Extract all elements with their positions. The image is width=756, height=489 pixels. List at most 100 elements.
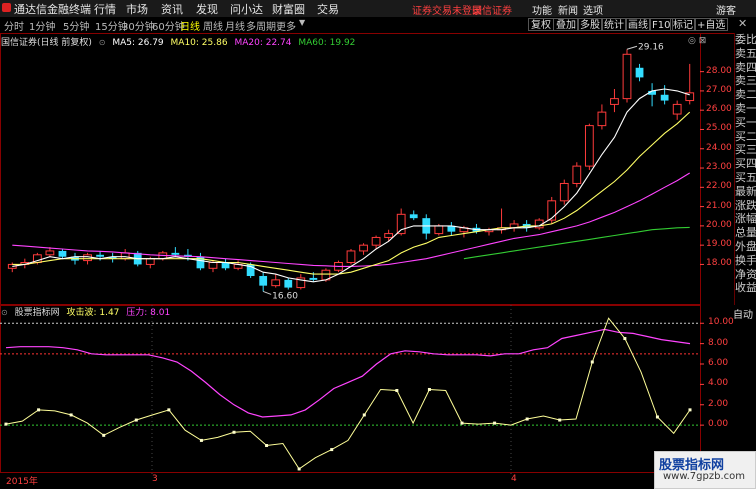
menu-zixun[interactable]: 资讯 [161,1,183,17]
menu-hangqing[interactable]: 行情 [94,1,116,17]
candle [610,88,619,113]
candle-body [559,182,569,202]
side-tab-5[interactable]: 卖一 [735,102,756,116]
side-tab-12[interactable]: 涨跌 [735,199,756,213]
side-tab-0[interactable]: 委比 [735,33,756,47]
indicator-pane-frame [0,305,701,473]
period-weekly[interactable]: 周线 [203,18,223,33]
side-tab-14[interactable]: 总量 [735,226,756,240]
attack-wave-point [232,430,236,434]
side-tab-1[interactable]: 卖五 [735,47,756,61]
period-daily[interactable]: 日线 [180,18,200,33]
fuquan-button[interactable]: 复权 [528,18,554,31]
add-watchlist-button[interactable]: +自选 [694,18,729,31]
side-tab-2[interactable]: 卖四 [735,61,756,75]
stats-button[interactable]: 统计 [601,18,627,31]
auto-scale-button[interactable]: 自动 [733,306,753,321]
menu-wenxiaoda[interactable]: 问小达 [230,1,263,17]
menu-xinwen[interactable]: 新闻 [558,2,578,17]
chart-settings-icon[interactable]: ⊙ [99,38,106,47]
attack-wave-point [558,418,562,422]
side-tab-13[interactable]: 涨幅 [735,212,756,226]
menu-caifuquan[interactable]: 财富圈 [272,1,305,17]
candle [296,274,306,290]
attack-wave-point [525,417,529,421]
side-tab-17[interactable]: 净资 [735,268,756,282]
ma60-label: MA60: 19.92 [298,38,356,48]
menu-jiaoyi[interactable]: 交易 [317,1,339,17]
candle-body [635,67,644,78]
candle [672,100,682,120]
indicator-tick-label: 8.00 [708,337,729,348]
candle [221,258,230,271]
site-watermark: 股票指标网 www.7gpzb.com [654,451,756,489]
candle [660,85,669,105]
side-tab-18[interactable]: 收益 [735,281,756,295]
attack-wave-point [69,413,73,417]
side-tab-6[interactable]: 买一 [735,116,756,130]
multi-stock-button[interactable]: 多股 [577,18,603,31]
indicator-lines [4,317,692,471]
candle [359,243,368,255]
side-tab-8[interactable]: 买三 [735,143,756,157]
candle [384,229,394,242]
side-tab-16[interactable]: 换手 [735,254,756,268]
indicator-tick-label: 2.00 [708,398,729,409]
period-5min[interactable]: 5分钟 [63,18,89,33]
candle-body [45,250,55,256]
candle [447,222,456,236]
user-guest[interactable]: 游客 [716,2,736,17]
period-toolbar: 分时 1分钟 5分钟 15分钟 30分钟 60分钟 日线 周线 月线 多周期 更… [0,17,756,34]
menu-xuanxiang[interactable]: 选项 [583,2,603,17]
chevron-down-icon[interactable]: ▼ [299,18,305,27]
chart-annotations: 29.16 16.60 [263,42,664,301]
indicator-tick-label: 6.00 [708,358,729,368]
candle-body [96,254,104,257]
date-axis: 2015年 3 4 [0,474,700,487]
candle-body [396,213,406,235]
indicator-settings-icon[interactable]: ⊙ [1,308,8,317]
menu-gongneng[interactable]: 功能 [532,2,552,17]
candle [284,277,293,290]
period-30min[interactable]: 30分钟 [122,18,155,33]
candle-body [346,250,356,264]
attack-wave-point [4,422,8,426]
menu-bar: 通达信金融终端 行情 市场 资讯 发现 问小达 财富圈 交易 证券交易未登录 国… [0,0,756,18]
candle-body [384,233,394,238]
attack-wave-point [590,360,594,364]
period-1min[interactable]: 1分钟 [29,18,55,33]
side-tab-15[interactable]: 外盘 [735,240,756,254]
menu-shichang[interactable]: 市场 [126,1,148,17]
candle-body [547,200,557,221]
side-tab-3[interactable]: 卖三 [735,74,756,88]
mark-button[interactable]: 标记 [670,18,696,31]
candle-body [58,250,67,257]
candle-body [622,53,632,100]
attack-wave-point [362,413,366,417]
indicator-tick-label: 10.00 [708,317,734,328]
draw-button[interactable]: 画线 [625,18,651,31]
attack-wave-point [688,408,692,412]
kline-chart[interactable]: 29.16 16.60 [0,33,734,474]
menu-faxian[interactable]: 发现 [196,1,218,17]
side-tab-9[interactable]: 买四 [735,157,756,171]
attack-wave-point [493,421,497,425]
period-more[interactable]: 更多 [276,18,296,33]
period-fenshi[interactable]: 分时 [4,18,24,33]
window-controls-icon[interactable]: ◎ ⊠ [688,36,706,46]
period-multi[interactable]: 多周期 [246,18,276,33]
side-tab-10[interactable]: 买五 [735,171,756,185]
period-monthly[interactable]: 月线 [225,18,245,33]
candle-body [271,279,281,287]
candle [422,214,431,240]
date-label-3: 3 [152,474,158,484]
overlay-button[interactable]: 叠加 [553,18,579,31]
indicator-legend: ⊙ 股票指标网 攻击波: 1.47 压力: 8.01 [1,305,174,318]
side-tab-4[interactable]: 卖二 [735,88,756,102]
side-tab-7[interactable]: 买二 [735,130,756,144]
high-price-label: 29.16 [638,42,664,52]
close-icon[interactable]: ✕ [738,17,747,30]
side-tab-11[interactable]: 最新 [735,185,756,199]
candle [396,208,406,236]
candle-body [171,252,180,255]
